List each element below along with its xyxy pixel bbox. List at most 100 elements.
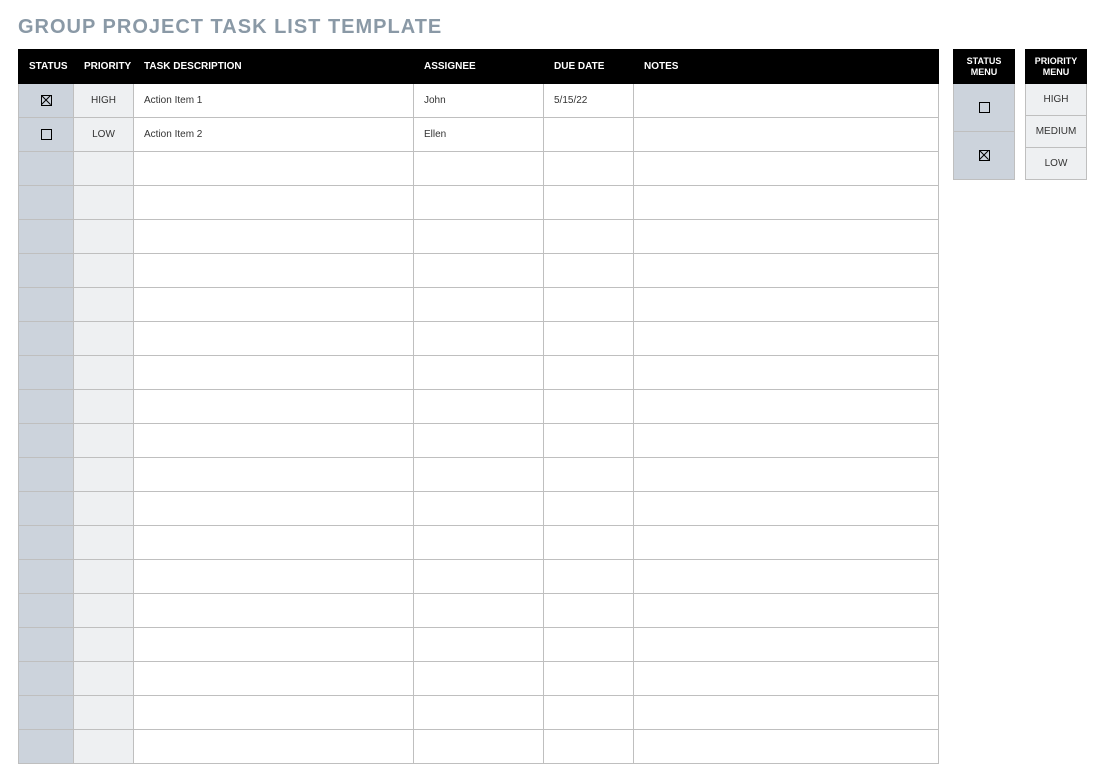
priority-cell[interactable] [74,458,134,492]
priority-cell[interactable] [74,424,134,458]
due-date-cell[interactable] [544,356,634,390]
status-cell[interactable] [19,526,74,560]
status-cell[interactable] [19,152,74,186]
status-cell[interactable] [19,492,74,526]
assignee-cell[interactable] [414,356,544,390]
task-description-cell[interactable] [134,186,414,220]
priority-cell[interactable] [74,254,134,288]
notes-cell[interactable] [634,152,939,186]
notes-cell[interactable] [634,730,939,764]
checkbox-checked-icon[interactable] [41,95,52,106]
assignee-cell[interactable] [414,254,544,288]
assignee-cell[interactable] [414,288,544,322]
assignee-cell[interactable] [414,594,544,628]
assignee-cell[interactable] [414,220,544,254]
priority-cell[interactable]: LOW [74,118,134,152]
assignee-cell[interactable] [414,560,544,594]
assignee-cell[interactable] [414,526,544,560]
status-cell[interactable] [19,730,74,764]
notes-cell[interactable] [634,186,939,220]
assignee-cell[interactable]: Ellen [414,118,544,152]
assignee-cell[interactable] [414,662,544,696]
assignee-cell[interactable] [414,152,544,186]
due-date-cell[interactable] [544,220,634,254]
status-cell[interactable] [19,458,74,492]
priority-cell[interactable] [74,594,134,628]
notes-cell[interactable] [634,390,939,424]
task-description-cell[interactable] [134,696,414,730]
task-description-cell[interactable] [134,492,414,526]
priority-cell[interactable] [74,186,134,220]
priority-menu-item[interactable]: HIGH [1026,84,1087,116]
task-description-cell[interactable] [134,356,414,390]
task-description-cell[interactable] [134,390,414,424]
assignee-cell[interactable] [414,186,544,220]
notes-cell[interactable] [634,322,939,356]
notes-cell[interactable] [634,662,939,696]
due-date-cell[interactable] [544,526,634,560]
due-date-cell[interactable] [544,458,634,492]
notes-cell[interactable] [634,526,939,560]
status-cell[interactable] [19,594,74,628]
status-cell[interactable] [19,220,74,254]
notes-cell[interactable] [634,560,939,594]
priority-cell[interactable] [74,322,134,356]
status-cell[interactable] [19,254,74,288]
task-description-cell[interactable] [134,594,414,628]
status-cell[interactable] [19,662,74,696]
assignee-cell[interactable] [414,730,544,764]
status-menu-item[interactable] [954,132,1015,180]
priority-cell[interactable] [74,220,134,254]
notes-cell[interactable] [634,118,939,152]
due-date-cell[interactable] [544,628,634,662]
priority-cell[interactable] [74,628,134,662]
status-cell[interactable] [19,322,74,356]
priority-cell[interactable] [74,356,134,390]
due-date-cell[interactable] [544,322,634,356]
due-date-cell[interactable] [544,560,634,594]
due-date-cell[interactable] [544,662,634,696]
due-date-cell[interactable] [544,696,634,730]
notes-cell[interactable] [634,220,939,254]
due-date-cell[interactable] [544,152,634,186]
status-cell[interactable] [19,186,74,220]
assignee-cell[interactable] [414,424,544,458]
task-description-cell[interactable] [134,628,414,662]
status-cell[interactable] [19,84,74,118]
task-description-cell[interactable]: Action Item 1 [134,84,414,118]
notes-cell[interactable] [634,492,939,526]
status-cell[interactable] [19,696,74,730]
priority-cell[interactable] [74,390,134,424]
status-cell[interactable] [19,118,74,152]
due-date-cell[interactable] [544,288,634,322]
notes-cell[interactable] [634,424,939,458]
task-description-cell[interactable] [134,254,414,288]
task-description-cell[interactable] [134,458,414,492]
task-description-cell[interactable] [134,526,414,560]
notes-cell[interactable] [634,288,939,322]
task-description-cell[interactable] [134,322,414,356]
task-description-cell[interactable] [134,152,414,186]
due-date-cell[interactable] [544,186,634,220]
due-date-cell[interactable] [544,390,634,424]
status-cell[interactable] [19,390,74,424]
due-date-cell[interactable]: 5/15/22 [544,84,634,118]
assignee-cell[interactable] [414,322,544,356]
notes-cell[interactable] [634,84,939,118]
notes-cell[interactable] [634,696,939,730]
status-cell[interactable] [19,628,74,662]
due-date-cell[interactable] [544,254,634,288]
assignee-cell[interactable] [414,492,544,526]
assignee-cell[interactable]: John [414,84,544,118]
notes-cell[interactable] [634,594,939,628]
due-date-cell[interactable] [544,594,634,628]
assignee-cell[interactable] [414,390,544,424]
notes-cell[interactable] [634,458,939,492]
due-date-cell[interactable] [544,730,634,764]
status-cell[interactable] [19,288,74,322]
task-description-cell[interactable]: Action Item 2 [134,118,414,152]
priority-cell[interactable] [74,492,134,526]
task-description-cell[interactable] [134,424,414,458]
priority-cell[interactable]: HIGH [74,84,134,118]
task-description-cell[interactable] [134,288,414,322]
